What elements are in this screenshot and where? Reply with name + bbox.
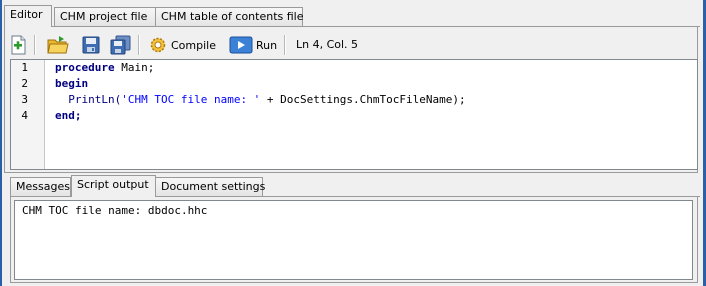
code-editor[interactable]: 1 2 3 4 procedure Main; begin PrintLn('C… xyxy=(10,59,698,170)
run-button[interactable]: Run xyxy=(229,33,277,57)
play-icon xyxy=(229,36,253,54)
compile-button[interactable]: Compile xyxy=(148,33,216,57)
line-number: 1 xyxy=(21,61,28,74)
line-number-gutter: 1 2 3 4 xyxy=(11,60,45,169)
new-button[interactable] xyxy=(9,33,27,57)
script-output-box[interactable]: CHM TOC file name: dbdoc.hhc xyxy=(14,200,693,280)
tab-editor[interactable]: Editor xyxy=(4,5,52,27)
toolbar-separator xyxy=(34,35,36,55)
code-token: Main; xyxy=(114,61,155,74)
compile-label: Compile xyxy=(171,38,216,52)
save-all-button[interactable] xyxy=(110,33,132,57)
code-line: PrintLn('CHM TOC file name: ' + DocSetti… xyxy=(55,92,697,108)
save-button[interactable] xyxy=(81,33,101,57)
code-line: end; xyxy=(55,108,697,124)
top-tab-strip: Editor CHM project file CHM table of con… xyxy=(4,5,700,27)
toolbar-separator xyxy=(138,35,140,55)
tab-messages[interactable]: Messages xyxy=(10,177,71,196)
new-file-icon xyxy=(11,35,26,55)
cursor-position: Ln 4, Col. 5 xyxy=(296,38,359,51)
line-number: 4 xyxy=(21,109,28,122)
run-label: Run xyxy=(256,38,278,52)
code-area[interactable]: procedure Main; begin PrintLn('CHM TOC f… xyxy=(55,60,697,124)
editor-toolbar: Compile Run Ln 4, Col. 5 xyxy=(6,32,696,58)
output-text: CHM TOC file name: dbdoc.hhc xyxy=(22,204,208,217)
save-disk-icon xyxy=(82,36,100,54)
line-number: 2 xyxy=(21,77,28,90)
save-all-icon xyxy=(110,35,131,55)
window-frame-left xyxy=(0,0,2,286)
tab-chm-project-file[interactable]: CHM project file xyxy=(54,7,156,26)
keyword-token: begin xyxy=(55,77,89,90)
tab-script-output[interactable]: Script output xyxy=(71,175,156,197)
keyword-token: procedure xyxy=(55,61,115,74)
function-token: PrintLn( xyxy=(68,93,122,106)
keyword-token: end; xyxy=(55,109,82,122)
open-folder-icon xyxy=(47,36,69,54)
gears-icon xyxy=(150,37,166,53)
tab-document-settings[interactable]: Document settings xyxy=(155,177,265,196)
string-token: 'CHM TOC file name: ' xyxy=(121,93,261,106)
toolbar-separator xyxy=(284,35,286,55)
code-token: + DocSettings.ChmTocFileName); xyxy=(260,93,466,106)
line-number: 3 xyxy=(21,93,28,106)
indent-token xyxy=(55,93,68,106)
open-button[interactable] xyxy=(47,33,69,57)
tab-chm-toc-file[interactable]: CHM table of contents file xyxy=(155,7,304,26)
bottom-tab-strip: Messages Script output Document settings xyxy=(10,175,700,197)
code-line: procedure Main; xyxy=(55,60,697,76)
code-line: begin xyxy=(55,76,697,92)
